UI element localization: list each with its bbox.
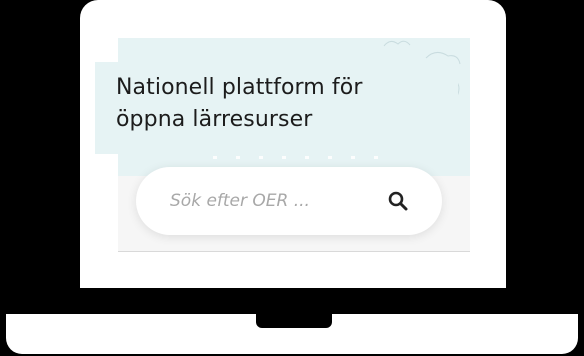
search-button[interactable] <box>382 185 414 217</box>
page-title: Nationell plattform för öppna lärresurse… <box>116 75 363 132</box>
search-icon <box>388 191 408 211</box>
dots-decoration-icon <box>213 156 378 159</box>
search-bar <box>136 167 442 235</box>
screen-divider <box>118 251 470 252</box>
search-input[interactable] <box>170 185 370 217</box>
laptop-notch <box>256 312 332 328</box>
laptop-mockup: Nationell plattform för öppna lärresurse… <box>0 0 584 356</box>
